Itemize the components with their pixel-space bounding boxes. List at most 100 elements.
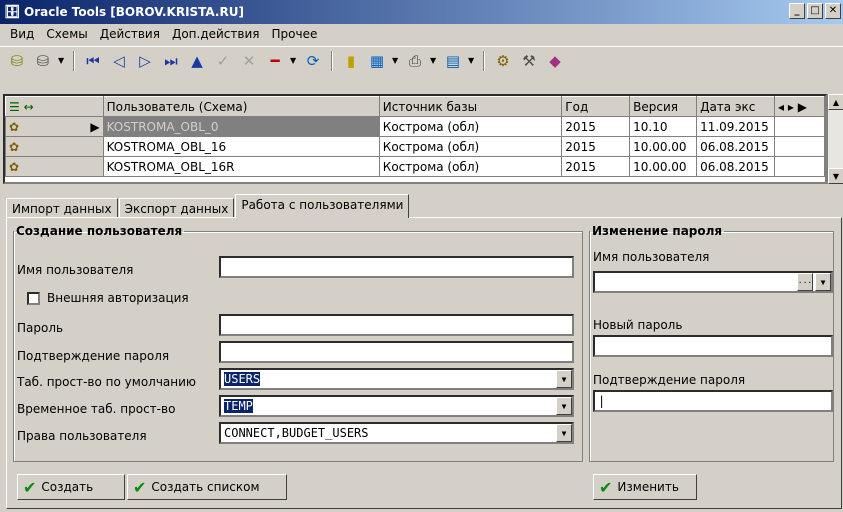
cell-source[interactable]: Кострома (обл) xyxy=(378,156,563,177)
cell-year[interactable]: 2015 xyxy=(561,116,631,137)
password-confirm-input[interactable] xyxy=(219,341,574,363)
erase-icon[interactable]: ◆ xyxy=(544,50,566,72)
table-row[interactable]: ✿ ▶ KOSTROMA_OBL_0 Кострома (обл) 2015 10… xyxy=(5,116,825,137)
tools-icon[interactable]: ⚒ xyxy=(518,50,540,72)
cell-version[interactable]: 10.10 xyxy=(629,116,698,137)
minimize-button[interactable]: _ xyxy=(789,3,805,19)
schema-icon: ✿ xyxy=(9,159,20,174)
external-auth-checkbox[interactable] xyxy=(27,292,40,305)
column-header-export-date[interactable]: Дата экс xyxy=(696,96,776,117)
row-indicator[interactable]: ✿ ▶ xyxy=(5,116,104,137)
scroll-down-icon[interactable]: ▼ xyxy=(828,168,843,184)
default-tablespace-select[interactable]: USERS ▼ xyxy=(219,368,574,390)
report-icon[interactable]: ▤ xyxy=(442,50,464,72)
up-icon[interactable]: ▲ xyxy=(186,50,208,72)
change-button[interactable]: ✔ Изменить xyxy=(593,474,697,500)
tab-export[interactable]: Экспорт данных xyxy=(118,198,235,218)
cell-user[interactable]: KOSTROMA_OBL_0 xyxy=(102,116,380,137)
row-indicator[interactable]: ✿ xyxy=(5,136,104,157)
tab-users[interactable]: Работа с пользователями xyxy=(235,194,410,218)
chevron-down-icon[interactable]: ▼ xyxy=(556,397,572,415)
columns-icon[interactable]: ☰ ↔ xyxy=(9,100,34,114)
cell-user[interactable]: KOSTROMA_OBL_16R xyxy=(102,156,380,177)
temp-tablespace-value: TEMP xyxy=(224,399,253,413)
export-icon[interactable]: ⎙ xyxy=(404,50,426,72)
menu-schemas[interactable]: Схемы xyxy=(40,27,93,41)
chevron-down-icon[interactable]: ▼ xyxy=(556,424,572,442)
chevron-down-icon[interactable]: ▼ xyxy=(58,56,66,65)
next-icon[interactable]: ▷ xyxy=(134,50,156,72)
cell-year[interactable]: 2015 xyxy=(561,136,631,157)
create-button[interactable]: ✔ Создать xyxy=(17,474,125,500)
chevron-down-icon[interactable]: ▼ xyxy=(556,370,572,388)
grid-hscroll[interactable]: ◂ ▸ ▶ xyxy=(774,96,825,117)
chevron-down-icon[interactable]: ▼ xyxy=(815,273,831,291)
minus-icon[interactable]: ━ xyxy=(264,50,286,72)
binary-icon[interactable]: ▦ xyxy=(366,50,388,72)
cell-export-date[interactable]: 06.08.2015 xyxy=(696,156,776,177)
database-icon: 🗄 xyxy=(3,4,21,20)
change-password-legend: Изменение пароля xyxy=(592,224,723,238)
scroll-up-icon[interactable]: ▲ xyxy=(828,94,843,110)
cell-export-date[interactable]: 06.08.2015 xyxy=(696,136,776,157)
column-header-source[interactable]: Источник базы xyxy=(378,96,563,117)
db-icon[interactable]: ⛁ xyxy=(32,50,54,72)
menu-view[interactable]: Вид xyxy=(4,27,40,41)
ellipsis-icon[interactable]: ··· xyxy=(797,273,813,291)
cancel-icon[interactable]: ✕ xyxy=(238,50,260,72)
chevron-down-icon[interactable]: ▼ xyxy=(392,56,400,65)
password-input[interactable] xyxy=(219,314,574,336)
check-icon[interactable]: ✓ xyxy=(212,50,234,72)
current-row-icon: ▶ xyxy=(90,119,100,134)
window-title: Oracle Tools [BOROV.KRISTA.RU] xyxy=(24,5,244,19)
cell-source[interactable]: Кострома (обл) xyxy=(378,116,563,137)
table-row[interactable]: ✿ KOSTROMA_OBL_16R Кострома (обл) 2015 1… xyxy=(5,156,825,177)
create-list-button[interactable]: ✔ Создать списком xyxy=(127,474,287,500)
tab-strip: Импорт данных Экспорт данных Работа с по… xyxy=(6,194,410,218)
cell-source[interactable]: Кострома (обл) xyxy=(378,136,563,157)
db-connect-icon[interactable]: ⛁ xyxy=(6,50,28,72)
temp-tablespace-select[interactable]: TEMP ▼ xyxy=(219,395,574,417)
close-button[interactable]: ✕ xyxy=(825,3,841,19)
user-rights-select[interactable]: CONNECT,BUDGET_USERS ▼ xyxy=(219,422,574,444)
maximize-button[interactable]: □ xyxy=(807,3,823,19)
settings-icon[interactable]: ⚙ xyxy=(492,50,514,72)
column-header-year[interactable]: Год xyxy=(561,96,631,117)
default-tablespace-value: USERS xyxy=(224,372,261,386)
tab-import[interactable]: Импорт данных xyxy=(6,198,118,218)
cp-confirm-input[interactable]: | xyxy=(593,390,833,412)
chart-icon[interactable]: ▮ xyxy=(340,50,362,72)
prev-icon[interactable]: ◁ xyxy=(108,50,130,72)
grid-header-row: ☰ ↔ Пользователь (Схема) Источник базы Г… xyxy=(5,96,825,117)
chevron-down-icon[interactable]: ▼ xyxy=(430,56,438,65)
refresh-icon[interactable]: ⟳ xyxy=(302,50,324,72)
chevron-down-icon[interactable]: ▼ xyxy=(290,56,298,65)
cell-year[interactable]: 2015 xyxy=(561,156,631,177)
column-header-user[interactable]: Пользователь (Схема) xyxy=(102,96,380,117)
menu-actions[interactable]: Действия xyxy=(94,27,166,41)
last-icon[interactable]: ⏭ xyxy=(160,50,182,72)
schema-icon: ✿ xyxy=(9,139,20,154)
cell-user[interactable]: KOSTROMA_OBL_16 xyxy=(102,136,380,157)
username-input[interactable] xyxy=(219,256,574,278)
schemas-grid[interactable]: ☰ ↔ Пользователь (Схема) Источник базы Г… xyxy=(3,94,827,184)
row-indicator[interactable]: ✿ xyxy=(5,156,104,177)
menu-extra-actions[interactable]: Доп.действия xyxy=(166,27,266,41)
cell-export-date[interactable]: 11.09.2015 xyxy=(696,116,776,137)
first-icon[interactable]: ⏮ xyxy=(82,50,104,72)
schema-icon: ✿ xyxy=(9,119,20,134)
new-password-label: Новый пароль xyxy=(593,318,683,332)
cp-username-select[interactable]: ··· ▼ xyxy=(593,271,833,293)
menu-other[interactable]: Прочее xyxy=(266,27,324,41)
cell-version[interactable]: 10.00.00 xyxy=(629,136,698,157)
cell-version[interactable]: 10.00.00 xyxy=(629,156,698,177)
new-password-input[interactable] xyxy=(593,335,833,357)
grid-vscroll[interactable]: ▲ ▼ xyxy=(827,94,843,184)
column-header-version[interactable]: Версия xyxy=(629,96,698,117)
external-auth-label[interactable]: Внешняя авторизация xyxy=(47,291,189,305)
grid-indicator-header[interactable]: ☰ ↔ xyxy=(5,96,104,117)
toolbar: ⛁ ⛁ ▼ ⏮ ◁ ▷ ⏭ ▲ ✓ ✕ ━ ▼ ⟳ ▮ ▦ ▼ ⎙ ▼ ▤ ▼ … xyxy=(0,46,843,74)
menu-bar: Вид Схемы Действия Доп.действия Прочее xyxy=(0,24,843,44)
table-row[interactable]: ✿ KOSTROMA_OBL_16 Кострома (обл) 2015 10… xyxy=(5,136,825,157)
chevron-down-icon[interactable]: ▼ xyxy=(468,56,476,65)
